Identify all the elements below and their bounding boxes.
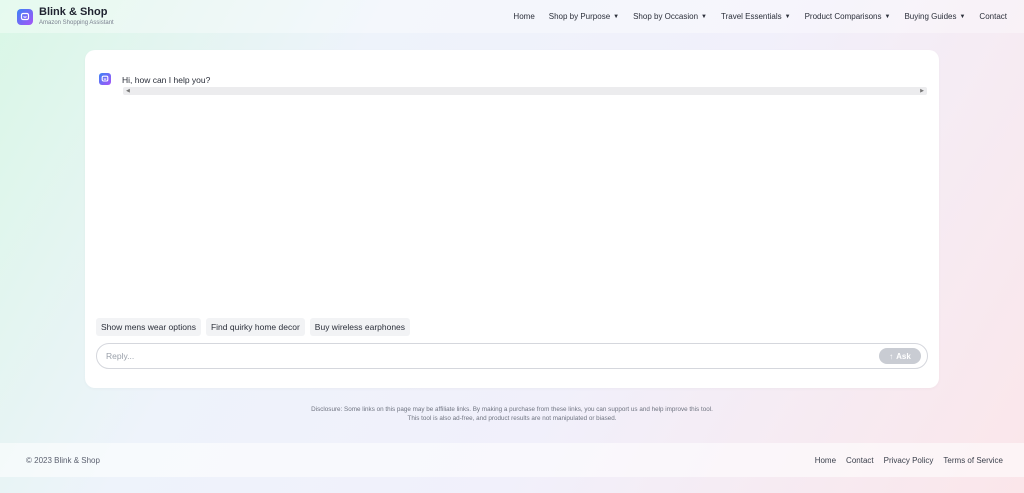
- assistant-message: Hi, how can I help you?: [99, 73, 210, 85]
- ask-button[interactable]: ↑ Ask: [879, 348, 921, 364]
- chevron-down-icon: ▼: [884, 13, 891, 20]
- chevron-down-icon: ▼: [701, 13, 707, 20]
- assistant-avatar-icon: [99, 73, 111, 85]
- suggestion-chip[interactable]: Buy wireless earphones: [309, 318, 411, 336]
- nav-buying-guides[interactable]: Buying Guides ▼: [904, 12, 965, 21]
- nav-shop-by-occasion[interactable]: Shop by Occasion ▼: [633, 12, 707, 21]
- reply-input[interactable]: [106, 351, 879, 361]
- brand-subtitle: Amazon Shopping Assistant: [39, 20, 114, 26]
- arrow-up-icon: ↑: [889, 351, 894, 361]
- site-footer: © 2023 Blink & Shop Home Contact Privacy…: [0, 443, 1024, 477]
- nav-product-comparisons[interactable]: Product Comparisons ▼: [805, 12, 891, 21]
- footer-links: Home Contact Privacy Policy Terms of Ser…: [815, 456, 1003, 465]
- reply-box: ↑ Ask: [96, 343, 928, 369]
- suggestion-chip[interactable]: Show mens wear options: [96, 318, 201, 336]
- site-header: Blink & Shop Amazon Shopping Assistant H…: [0, 0, 1024, 33]
- footer-link-terms-of-service[interactable]: Terms of Service: [943, 456, 1003, 465]
- brand-title: Blink & Shop: [39, 6, 108, 18]
- chat-logo-icon: [17, 8, 33, 25]
- scroll-right-icon[interactable]: ▶: [920, 88, 924, 94]
- affiliate-disclosure: Disclosure: Some links on this page may …: [311, 406, 713, 422]
- nav-home[interactable]: Home: [513, 12, 534, 21]
- footer-link-privacy-policy[interactable]: Privacy Policy: [884, 456, 934, 465]
- main-nav: Home Shop by Purpose ▼ Shop by Occasion ▼ …: [513, 12, 1007, 21]
- nav-contact[interactable]: Contact: [979, 12, 1007, 21]
- brand[interactable]: Blink & Shop Amazon Shopping Assistant: [17, 7, 114, 26]
- footer-link-contact[interactable]: Contact: [846, 456, 874, 465]
- chat-panel: Hi, how can I help you? ◀ ▶ Show mens we…: [85, 50, 939, 388]
- chevron-down-icon: ▼: [959, 13, 966, 20]
- copyright: © 2023 Blink & Shop: [26, 455, 100, 465]
- footer-link-home[interactable]: Home: [815, 456, 836, 465]
- horizontal-scrollbar[interactable]: ◀ ▶: [123, 87, 927, 95]
- assistant-greeting: Hi, how can I help you?: [122, 75, 211, 85]
- chevron-down-icon: ▼: [613, 13, 620, 20]
- chevron-down-icon: ▼: [784, 13, 791, 20]
- nav-shop-by-purpose[interactable]: Shop by Purpose ▼: [549, 12, 619, 21]
- suggestion-chips: Show mens wear options Find quirky home …: [96, 318, 411, 336]
- nav-travel-essentials[interactable]: Travel Essentials ▼: [721, 12, 791, 21]
- scroll-left-icon[interactable]: ◀: [126, 88, 130, 94]
- suggestion-chip[interactable]: Find quirky home decor: [205, 318, 305, 336]
